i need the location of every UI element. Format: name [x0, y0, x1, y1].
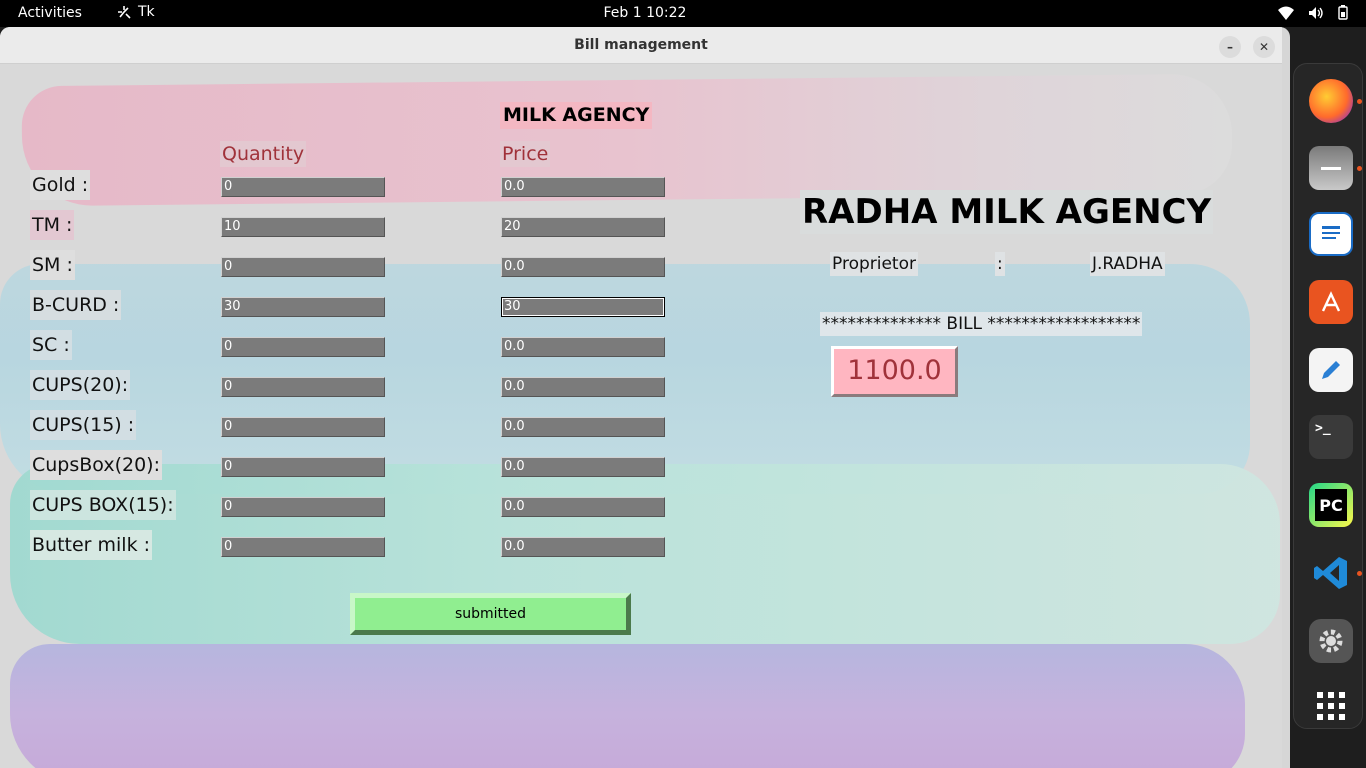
price-input-sc[interactable]: 0.0: [501, 337, 665, 357]
price-input-sm[interactable]: 0.0: [501, 257, 665, 277]
wifi-icon: [1278, 6, 1294, 20]
price-input-tm[interactable]: 20: [501, 217, 665, 237]
quantity-input-sc[interactable]: 0: [221, 337, 385, 357]
bill-total-display: 1100.0: [831, 346, 958, 397]
label-tm: TM :: [30, 210, 75, 240]
dock-panel: >_ PC: [1293, 63, 1363, 729]
submit-button[interactable]: submitted: [350, 593, 631, 635]
price-input-cups-15[interactable]: 0.0: [501, 417, 665, 437]
price-input-cupsbox-20[interactable]: 0.0: [501, 457, 665, 477]
dock: >_ PC: [1290, 27, 1366, 768]
agency-name-heading: RADHA MILK AGENCY: [800, 190, 1214, 234]
label-cups-15: CUPS(15) :: [30, 410, 137, 440]
system-tray[interactable]: [1278, 5, 1348, 20]
firefox-icon[interactable]: [1309, 79, 1353, 123]
volume-icon: [1309, 6, 1323, 19]
quantity-input-butter-milk[interactable]: 0: [221, 537, 385, 557]
writer-icon[interactable]: [1309, 212, 1353, 256]
quantity-input-b-curd[interactable]: 30: [221, 297, 385, 317]
bill-management-window: Bill management – ✕ MILK AGENCY Quantity…: [0, 27, 1290, 768]
quantity-input-sm[interactable]: 0: [221, 257, 385, 277]
price-input-b-curd[interactable]: 30: [501, 297, 665, 317]
close-button[interactable]: ✕: [1253, 36, 1275, 58]
terminal-icon[interactable]: >_: [1309, 415, 1353, 459]
price-input-cups-20[interactable]: 0.0: [501, 377, 665, 397]
files-running-indicator: [1357, 166, 1362, 171]
quantity-input-cups-box-15[interactable]: 0: [221, 497, 385, 517]
price-input-cups-box-15[interactable]: 0.0: [501, 497, 665, 517]
text-editor-icon[interactable]: [1309, 348, 1353, 392]
quantity-input-cups-20[interactable]: 0: [221, 377, 385, 397]
minimize-button[interactable]: –: [1219, 36, 1241, 58]
app-canvas: MILK AGENCY Quantity Price Gold : 0 0.0 …: [0, 64, 1282, 768]
label-b-curd: B-CURD :: [30, 290, 122, 320]
battery-icon: [1338, 5, 1348, 20]
proprietor-colon: :: [995, 252, 1005, 276]
label-cupsbox-20: CupsBox(20):: [30, 450, 162, 480]
bill-separator-line: ************** BILL ******************: [820, 312, 1143, 336]
quantity-input-cupsbox-20[interactable]: 0: [221, 457, 385, 477]
vscode-icon[interactable]: [1309, 551, 1353, 595]
pycharm-label: PC: [1315, 489, 1347, 521]
price-input-butter-milk[interactable]: 0.0: [501, 537, 665, 557]
clock[interactable]: Feb 1 10:22: [0, 5, 1290, 21]
proprietor-name: J.RADHA: [1090, 252, 1165, 276]
app-center-icon[interactable]: [1309, 280, 1353, 324]
label-sm: SM :: [30, 250, 75, 280]
quantity-input-tm[interactable]: 10: [221, 217, 385, 237]
milk-agency-heading: MILK AGENCY: [500, 102, 653, 129]
label-butter-milk: Butter milk :: [30, 530, 153, 560]
quantity-input-cups-15[interactable]: 0: [221, 417, 385, 437]
pycharm-icon[interactable]: PC: [1309, 483, 1353, 527]
quantity-input-gold[interactable]: 0: [221, 177, 385, 197]
settings-icon[interactable]: [1309, 619, 1353, 663]
label-sc: SC :: [30, 330, 72, 360]
window-title: Bill management: [574, 37, 708, 53]
price-input-gold[interactable]: 0.0: [501, 177, 665, 197]
label-cups-20: CUPS(20):: [30, 370, 131, 400]
quantity-header: Quantity: [220, 141, 307, 167]
price-header: Price: [500, 141, 551, 167]
proprietor-label: Proprietor: [830, 252, 918, 276]
top-bar: Activities Tk Feb 1 10:22: [0, 0, 1366, 27]
label-cups-box-15: CUPS BOX(15):: [30, 490, 176, 520]
show-apps-icon[interactable]: [1309, 684, 1353, 728]
purple-brush-stroke: [10, 644, 1245, 768]
files-icon[interactable]: [1309, 146, 1353, 190]
firefox-running-indicator: [1357, 99, 1362, 104]
vscode-running-indicator: [1357, 571, 1362, 576]
window-titlebar[interactable]: Bill management – ✕: [0, 27, 1282, 64]
label-gold: Gold :: [30, 170, 91, 200]
